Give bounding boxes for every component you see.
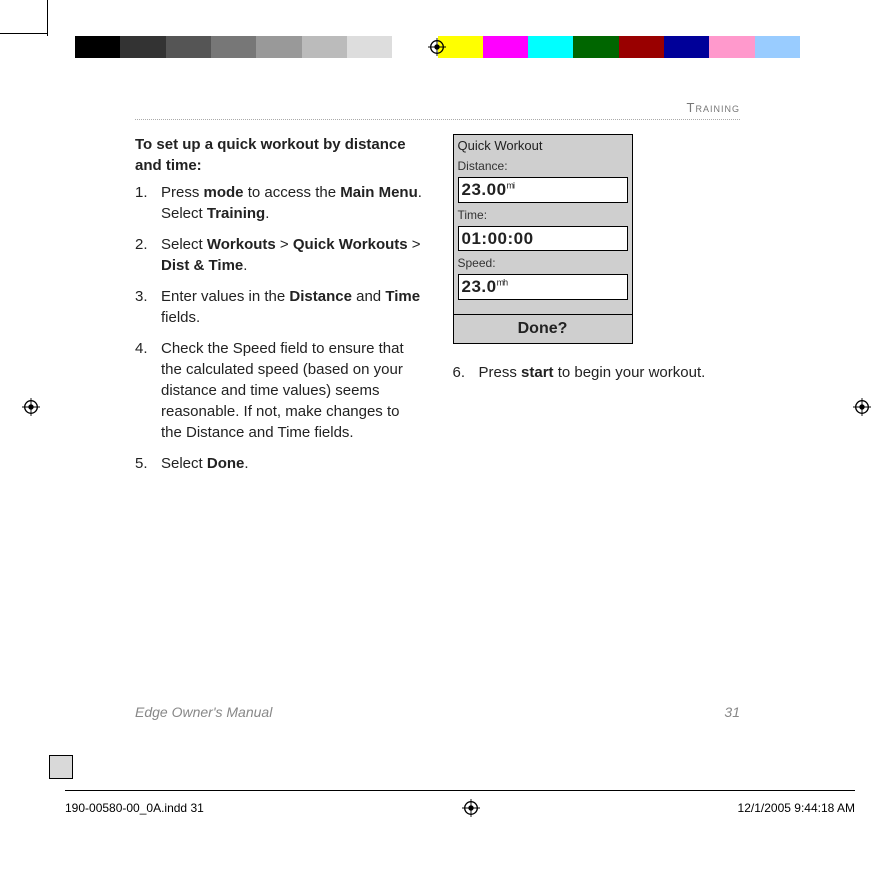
- unit: mh: [497, 278, 508, 288]
- text-bold: Dist & Time: [161, 257, 243, 274]
- text: to access the: [244, 184, 341, 201]
- step-list: Press mode to access the Main Menu. Sele…: [135, 182, 423, 474]
- device-label-time: Time:: [454, 206, 632, 225]
- text: Press: [479, 364, 522, 381]
- step-item: Select Workouts > Quick Workouts > Dist …: [135, 234, 423, 276]
- registration-mark-icon: [853, 398, 871, 416]
- crop-mark: [47, 0, 48, 36]
- text: fields.: [161, 309, 200, 326]
- device-label-speed: Speed:: [454, 254, 632, 273]
- text: Press: [161, 184, 204, 201]
- text: to begin your workout.: [554, 364, 706, 381]
- imprint-line: 190-00580-00_0A.indd 31 12/1/2005 9:44:1…: [65, 790, 855, 817]
- device-value-time: 01:00:00: [458, 226, 628, 252]
- text-bold: Quick Workouts: [293, 236, 408, 253]
- page-content: Training To set up a quick workout by di…: [135, 100, 740, 720]
- device-screenshot: Quick Workout Distance: 23.00mi Time: 01…: [453, 134, 633, 344]
- text-bold: start: [521, 364, 554, 381]
- imprint-date: 12/1/2005 9:44:18 AM: [738, 801, 855, 815]
- registration-mark-icon: [428, 38, 446, 56]
- text: and: [352, 288, 385, 305]
- device-value-speed: 23.0mh: [458, 274, 628, 300]
- section-header: Training: [135, 100, 740, 120]
- registration-mark-icon: [462, 799, 480, 817]
- page-footer: Edge Owner's Manual 31: [135, 704, 740, 720]
- step-item: Enter values in the Distance and Time fi…: [135, 286, 423, 328]
- device-done-button: Done?: [454, 314, 632, 343]
- text: .: [244, 455, 248, 472]
- text-bold: Workouts: [207, 236, 276, 253]
- step-number: 6.: [453, 362, 466, 383]
- device-title: Quick Workout: [454, 135, 632, 157]
- text: Select: [161, 455, 207, 472]
- registration-mark-icon: [22, 398, 40, 416]
- device-label-distance: Distance:: [454, 157, 632, 176]
- page-number: 31: [724, 704, 740, 720]
- value: 23.0: [462, 277, 497, 296]
- value: 23.00: [462, 180, 507, 199]
- left-column: To set up a quick workout by distance an…: [135, 134, 423, 484]
- step-item: 6. Press start to begin your workout.: [453, 362, 741, 383]
- text: Check the Speed field to ensure that the…: [161, 340, 404, 441]
- text-bold: Training: [207, 205, 265, 222]
- unit: mi: [507, 180, 515, 190]
- step-item: Select Done.: [135, 453, 423, 474]
- crop-mark: [0, 33, 48, 34]
- text-bold: Distance: [289, 288, 352, 305]
- text: Enter values in the: [161, 288, 289, 305]
- step-item: Press mode to access the Main Menu. Sele…: [135, 182, 423, 224]
- crop-mark: [49, 755, 73, 779]
- manual-title: Edge Owner's Manual: [135, 704, 272, 720]
- procedure-heading: To set up a quick workout by distance an…: [135, 134, 423, 176]
- text-bold: mode: [204, 184, 244, 201]
- text-bold: Main Menu: [340, 184, 418, 201]
- text: >: [408, 236, 421, 253]
- text-bold: Time: [385, 288, 420, 305]
- right-column: Quick Workout Distance: 23.00mi Time: 01…: [453, 134, 741, 484]
- text: .: [265, 205, 269, 222]
- text: Select: [161, 236, 207, 253]
- device-value-distance: 23.00mi: [458, 177, 628, 203]
- text: .: [243, 257, 247, 274]
- imprint-filename: 190-00580-00_0A.indd 31: [65, 801, 204, 815]
- text: >: [276, 236, 293, 253]
- text-bold: Done: [207, 455, 245, 472]
- step-item: Check the Speed field to ensure that the…: [135, 338, 423, 443]
